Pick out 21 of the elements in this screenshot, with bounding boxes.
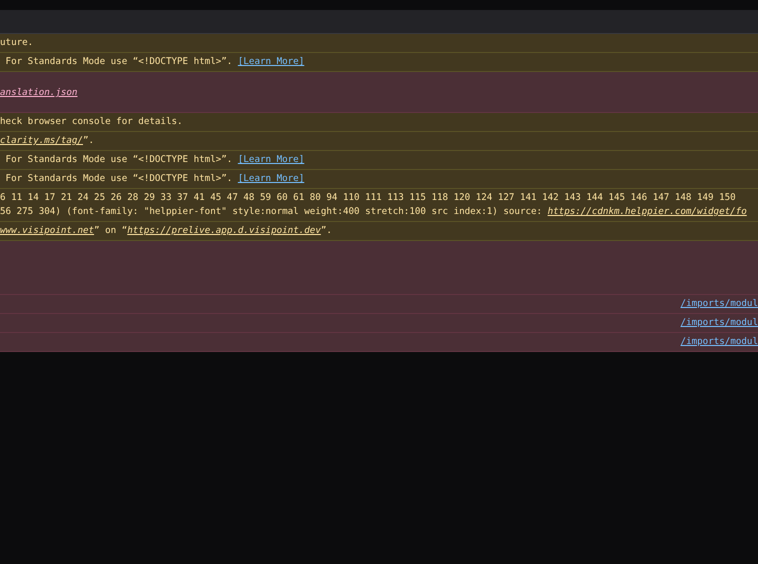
url-link[interactable]: www.visipoint.net — [0, 225, 94, 236]
message-text: heck browser console for details. — [0, 116, 183, 127]
url-link[interactable]: https://cdnkm.helppier.com/widget/fo — [548, 206, 747, 217]
message-text: 6 11 14 17 21 24 25 26 28 29 33 37 41 45 47 48 59 60 61 80 94 110 111 113 115 118 120 124 127 141 142 143 144 145 146 147 148 149 150 — [0, 192, 736, 203]
message-text: ”. — [320, 225, 332, 236]
source-link[interactable]: /imports/modul — [680, 297, 758, 311]
url-link[interactable]: https://prelive.app.d.visipoint.dev — [127, 225, 321, 236]
message-text: For Standards Mode use “<!DOCTYPE html>”. — [4, 56, 234, 67]
message-text: uture. — [0, 37, 34, 48]
learn-more-link[interactable]: [Learn More] — [238, 173, 304, 184]
message-text: ”. — [82, 135, 94, 146]
message-text: 56 275 304) (font-family: "helppier-font" style:normal weight:400 stretch:100 src index:1) source: — [0, 206, 544, 217]
message-text: ” on “ — [94, 225, 128, 236]
url-link[interactable]: clarity.ms/tag/ — [0, 135, 83, 146]
message-text: For Standards Mode use “<!DOCTYPE html>”. — [4, 173, 234, 184]
learn-more-link[interactable]: [Learn More] — [238, 154, 304, 165]
message-text: For Standards Mode use “<!DOCTYPE html>”. — [4, 154, 234, 165]
source-link[interactable]: /imports/modul — [680, 335, 758, 349]
learn-more-link[interactable]: [Learn More] — [238, 56, 304, 67]
url-link[interactable]: anslation.json — [0, 87, 78, 98]
source-link[interactable]: /imports/modul — [680, 316, 758, 330]
